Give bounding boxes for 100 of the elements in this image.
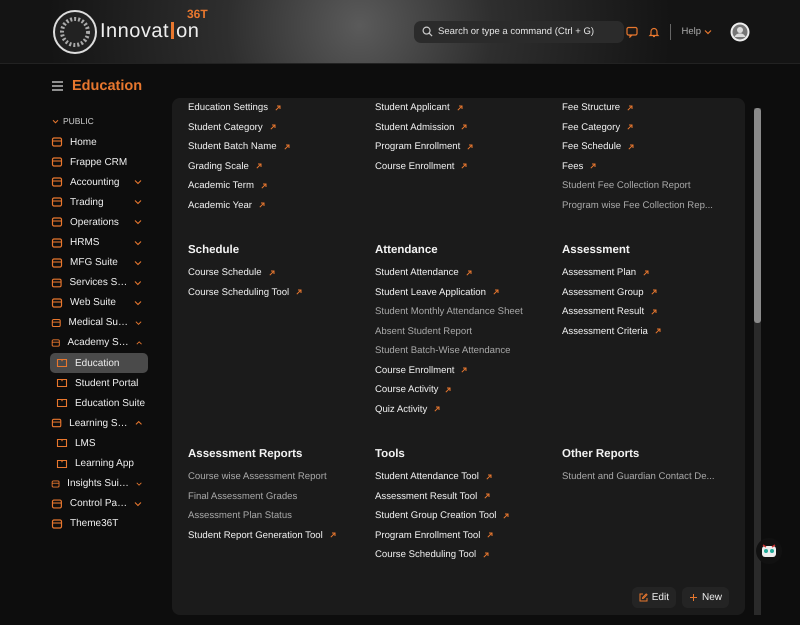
- shortcut-link[interactable]: Course Enrollment: [375, 364, 454, 376]
- sidebar-item[interactable]: MFG Suite: [48, 252, 148, 273]
- shortcut-link[interactable]: Student Batch-Wise Attendance: [375, 345, 510, 356]
- chevron-icon[interactable]: [136, 480, 142, 487]
- chevron-icon[interactable]: [136, 340, 142, 346]
- shortcut-link[interactable]: Student Monthly Attendance Sheet: [375, 306, 523, 318]
- sidebar-item[interactable]: Operations: [48, 212, 148, 232]
- shortcut-link[interactable]: Assessment Plan: [562, 267, 636, 278]
- menu-icon[interactable]: [52, 81, 63, 91]
- chevron-icon[interactable]: [52, 118, 59, 124]
- chevron-icon[interactable]: [134, 179, 142, 186]
- shortcut-link[interactable]: Student Category: [188, 122, 263, 133]
- shortcut-link[interactable]: Student Group Creation Tool: [375, 510, 496, 522]
- chevron-icon[interactable]: [134, 500, 142, 507]
- page-title: Education: [72, 78, 142, 94]
- arrow-icon: [492, 289, 499, 296]
- sidebar-item[interactable]: Learning S…: [48, 413, 148, 434]
- shortcut-link[interactable]: Student Attendance Tool: [375, 471, 479, 482]
- shortcut-link[interactable]: Assessment Group: [562, 286, 644, 298]
- shortcut-link[interactable]: Student Batch Name: [188, 141, 277, 152]
- chevron-icon[interactable]: [134, 260, 142, 266]
- sidebar-item[interactable]: Web Suite: [48, 292, 148, 313]
- chevron-icon[interactable]: [134, 320, 142, 326]
- new-button[interactable]: New: [682, 586, 729, 608]
- shortcut-link[interactable]: Quiz Activity: [375, 404, 428, 415]
- arrow-icon: [284, 144, 290, 150]
- sidebar-item[interactable]: Academy S…: [48, 332, 148, 354]
- sidebar-item[interactable]: Home: [48, 132, 148, 152]
- shortcut-link[interactable]: Assessment Criteria: [562, 326, 648, 337]
- search-field[interactable]: Search or type a command (Ctrl + G): [414, 20, 624, 42]
- logo-text: Innovat on: [100, 20, 200, 43]
- sidebar-item[interactable]: Learning App: [50, 454, 148, 474]
- arrow-icon: [650, 289, 657, 296]
- shortcut-link[interactable]: Program wise Fee Collection Rep...: [562, 200, 713, 211]
- arrow-icon: [466, 270, 472, 276]
- shortcut-link[interactable]: Assessment Result: [562, 306, 644, 318]
- sidebar-item[interactable]: Accounting: [48, 172, 148, 192]
- chat-icon[interactable]: [626, 26, 638, 38]
- sidebar-item[interactable]: LMS: [50, 433, 148, 454]
- arrow-icon: [627, 104, 634, 111]
- shortcut-link[interactable]: Course Scheduling Tool: [375, 549, 476, 560]
- sidebar-item[interactable]: Services S…: [48, 272, 148, 293]
- shortcut-link[interactable]: Program Enrollment Tool: [375, 530, 480, 541]
- module-icon: [51, 518, 63, 530]
- shortcut-link[interactable]: Course Schedule: [188, 267, 262, 278]
- module-icon: [51, 156, 63, 168]
- shortcut-link[interactable]: Student Admission: [375, 122, 454, 133]
- section-heading: Assessment: [562, 243, 631, 258]
- shortcut-link[interactable]: Academic Term: [188, 180, 254, 192]
- shortcut-link[interactable]: Fee Schedule: [562, 141, 622, 152]
- chevron-icon[interactable]: [134, 240, 142, 246]
- shortcut-link[interactable]: Assessment Plan Status: [188, 510, 292, 522]
- shortcut-link[interactable]: Student and Guardian Contact De...: [562, 471, 715, 482]
- sidebar-item[interactable]: Medical Su…: [48, 312, 148, 333]
- chevron-icon[interactable]: [134, 219, 142, 226]
- shortcut-link[interactable]: Assessment Result Tool: [375, 490, 478, 502]
- shortcut-link[interactable]: Student Fee Collection Report: [562, 180, 691, 192]
- shortcut-link[interactable]: Fees: [562, 160, 584, 172]
- shortcut-link[interactable]: Student Attendance: [375, 267, 459, 278]
- bell-icon[interactable]: [648, 26, 660, 38]
- chevron-icon[interactable]: [134, 420, 142, 426]
- sidebar-item[interactable]: Education: [50, 353, 148, 374]
- edit-button[interactable]: Edit: [632, 586, 676, 608]
- shortcut-link[interactable]: Grading Scale: [188, 160, 249, 172]
- arrow-icon: [259, 202, 265, 208]
- module-icon: [51, 256, 63, 269]
- shortcut-link[interactable]: Academic Year: [188, 200, 252, 211]
- arrow-icon: [461, 367, 468, 374]
- module-icon: [51, 296, 63, 309]
- shortcut-link[interactable]: Absent Student Report: [375, 326, 472, 337]
- chevron-icon[interactable]: [134, 300, 142, 306]
- arrow-icon: [654, 328, 661, 334]
- shortcut-link[interactable]: Program Enrollment: [375, 141, 460, 152]
- shortcut-link[interactable]: Student Report Generation Tool: [188, 530, 323, 541]
- shortcut-link[interactable]: Education Settings: [188, 102, 268, 114]
- sidebar-item[interactable]: HRMS: [48, 232, 148, 253]
- module-icon: [51, 276, 63, 289]
- sidebar-item[interactable]: Education Suite: [50, 393, 148, 414]
- sidebar-item[interactable]: Student Portal: [50, 373, 148, 394]
- scrollbar[interactable]: [754, 108, 761, 615]
- shortcut-link[interactable]: Final Assessment Grades: [188, 490, 298, 502]
- shortcut-link[interactable]: Fee Structure: [562, 102, 620, 114]
- sidebar-item[interactable]: Theme36T: [48, 514, 148, 534]
- section-heading: Other Reports: [562, 447, 640, 462]
- sidebar-item[interactable]: Insights Sui…: [48, 474, 148, 494]
- sidebar-item[interactable]: Frappe CRM: [48, 152, 148, 172]
- avatar-icon[interactable]: [730, 22, 750, 42]
- shortcut-link[interactable]: Fee Category: [562, 122, 620, 133]
- sidebar-item[interactable]: Trading: [48, 192, 148, 212]
- sidebar-item[interactable]: Control Pa…: [48, 494, 148, 514]
- shortcut-link[interactable]: Course Activity: [375, 384, 438, 396]
- help-menu[interactable]: Help: [681, 26, 712, 37]
- shortcut-link[interactable]: Student Applicant: [375, 102, 450, 114]
- module-icon: [51, 478, 60, 490]
- shortcut-link[interactable]: Student Leave Application: [375, 286, 486, 298]
- chevron-icon[interactable]: [134, 280, 142, 286]
- chevron-icon[interactable]: [134, 199, 142, 206]
- shortcut-link[interactable]: Course wise Assessment Report: [188, 471, 327, 482]
- shortcut-link[interactable]: Course Scheduling Tool: [188, 286, 290, 298]
- shortcut-link[interactable]: Course Enrollment: [375, 160, 454, 172]
